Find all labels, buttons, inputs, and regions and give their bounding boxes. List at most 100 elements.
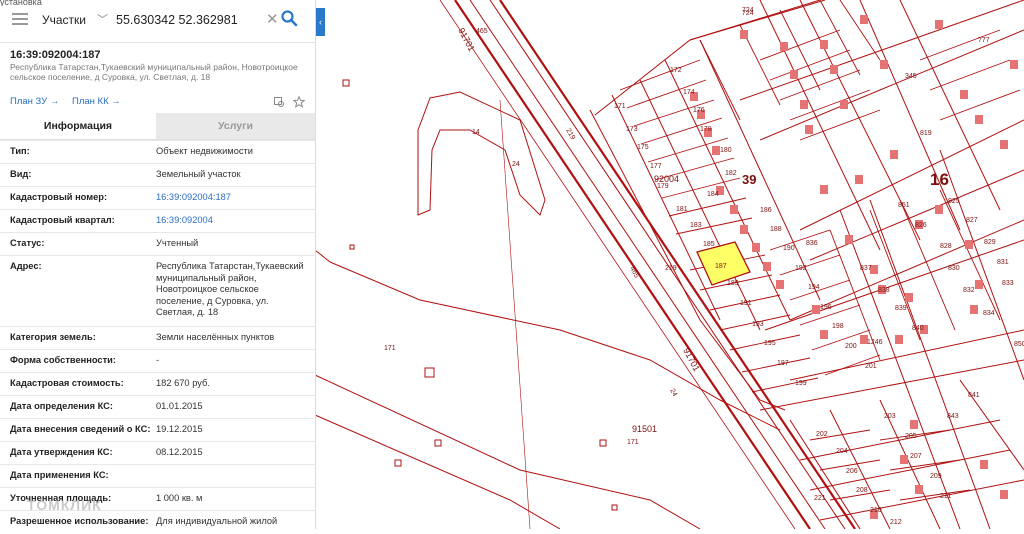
object-cadastral-number: 16:39:092004:187 — [10, 49, 101, 61]
chevron-down-icon: ﹀ — [97, 14, 108, 26]
svg-text:843: 843 — [947, 413, 959, 420]
tab-services[interactable]: Услуги — [156, 113, 315, 139]
attr-key: Дата утверждения КС: — [10, 447, 113, 457]
attr-key: Категория земель: — [10, 332, 96, 342]
object-address: Республика Татарстан,Тукаевский муниципа… — [10, 62, 298, 82]
menu-icon[interactable] — [12, 13, 28, 25]
attr-row: Категория земель: Земли населённых пункто… — [0, 326, 315, 350]
svg-text:834: 834 — [983, 310, 995, 317]
svg-text:196: 196 — [820, 304, 832, 311]
attr-key: Форма собственности: — [10, 355, 116, 365]
attr-row: Тип: Объект недвижимости — [0, 140, 315, 164]
svg-text:210: 210 — [870, 507, 882, 514]
attr-key: Статус: — [10, 238, 45, 248]
svg-text:1246: 1246 — [867, 339, 883, 346]
svg-text:829: 829 — [984, 239, 996, 246]
svg-text:191: 191 — [740, 300, 752, 307]
attr-row: Дата определения КС: 01.01.2015 — [0, 395, 315, 419]
svg-text:192: 192 — [795, 265, 807, 272]
svg-text:208: 208 — [856, 487, 868, 494]
plan-zu-link[interactable]: План ЗУ → — [10, 96, 59, 107]
attr-key: Адрес: — [10, 261, 42, 271]
collapse-panel-button[interactable]: ‹ — [316, 8, 325, 36]
attr-key: Кадастровая стоимость: — [10, 378, 124, 388]
attr-value: 08.12.2015 — [156, 447, 203, 457]
cadastral-quarter-link[interactable]: 16:39:092004 — [156, 215, 308, 227]
svg-text:180: 180 — [720, 147, 732, 154]
svg-text:182: 182 — [725, 170, 737, 177]
svg-text:212: 212 — [890, 519, 902, 526]
svg-text:200: 200 — [845, 343, 857, 350]
attr-row: Дата утверждения КС: 08.12.2015 — [0, 441, 315, 465]
svg-text:777: 777 — [978, 37, 990, 44]
svg-text:92004: 92004 — [654, 174, 679, 184]
attr-value: Учтенный — [156, 238, 199, 248]
attr-row: Дата внесения сведений о КС: 19.12.2015 — [0, 418, 315, 442]
svg-text:838: 838 — [878, 287, 890, 294]
svg-text:172: 172 — [670, 67, 682, 74]
svg-text:209: 209 — [930, 473, 942, 480]
svg-text:194: 194 — [808, 284, 820, 291]
svg-text:39: 39 — [742, 172, 756, 187]
attr-row: Кадастровая стоимость: 182 670 руб. — [0, 372, 315, 396]
search-icon — [281, 10, 298, 27]
svg-text:850: 850 — [1014, 341, 1024, 348]
chevron-left-icon: ‹ — [319, 17, 322, 27]
svg-text:195: 195 — [764, 340, 776, 347]
favorite-star-icon[interactable] — [292, 95, 306, 113]
attr-value: Для индивидуальной жилой — [156, 516, 278, 526]
svg-text:204: 204 — [836, 448, 848, 455]
search-input[interactable] — [116, 10, 264, 30]
svg-text:207: 207 — [910, 453, 922, 460]
svg-text:24: 24 — [512, 161, 520, 168]
svg-text:185: 185 — [703, 241, 715, 248]
attr-row: Кадастровый квартал: 16:39:092004 — [0, 209, 315, 233]
attr-key: Дата определения КС: — [10, 401, 113, 411]
attr-key: Дата внесения сведений о КС: — [10, 424, 151, 434]
plan-links: План ЗУ → План КК → — [10, 96, 131, 107]
svg-text:188: 188 — [770, 226, 782, 233]
svg-text:175: 175 — [637, 144, 649, 151]
attr-value: Земельный участок — [156, 169, 241, 179]
search-button[interactable] — [280, 9, 300, 31]
svg-text:183: 183 — [690, 222, 702, 229]
search-bar: установка Участки ﹀ ✕ — [0, 0, 315, 43]
tab-info[interactable]: Информация — [0, 113, 156, 139]
svg-text:174: 174 — [683, 89, 695, 96]
svg-text:186: 186 — [760, 207, 772, 214]
svg-text:198: 198 — [832, 323, 844, 330]
svg-text:345: 345 — [905, 73, 917, 80]
svg-text:827: 827 — [966, 217, 978, 224]
svg-text:840: 840 — [912, 325, 924, 332]
svg-text:179: 179 — [657, 183, 669, 190]
svg-text:14: 14 — [472, 129, 480, 136]
attr-key: Кадастровый квартал: — [10, 215, 115, 225]
svg-text:837: 837 — [860, 265, 872, 272]
svg-text:839: 839 — [895, 305, 907, 312]
svg-text:202: 202 — [816, 431, 828, 438]
attr-value: 19.12.2015 — [156, 424, 203, 434]
attr-value: 01.01.2015 — [156, 401, 203, 411]
svg-text:211: 211 — [940, 493, 951, 500]
svg-text:177: 177 — [650, 163, 662, 170]
attr-value: Республика Татарстан,Тукаевский муниципа… — [156, 261, 304, 317]
svg-text:819: 819 — [920, 130, 932, 137]
category-select-value: Участки — [42, 13, 86, 27]
cadastral-number-link[interactable]: 16:39:092004:187 — [156, 192, 308, 204]
svg-text:181: 181 — [676, 206, 688, 213]
svg-text:187: 187 — [715, 263, 727, 270]
plan-kk-link[interactable]: План КК → — [72, 96, 121, 107]
category-select[interactable]: Участки ﹀ — [42, 10, 108, 30]
zoom-to-object-icon[interactable] — [274, 95, 285, 113]
svg-text:16: 16 — [930, 170, 949, 189]
attr-row: Адрес: Республика Татарстан,Тукаевский му… — [0, 255, 315, 327]
svg-text:831: 831 — [997, 259, 1009, 266]
svg-text:173: 173 — [626, 126, 638, 133]
attr-key: Дата применения КС: — [10, 470, 109, 480]
attr-key: Кадастровый номер: — [10, 192, 108, 202]
svg-text:203: 203 — [884, 413, 896, 420]
clear-icon[interactable]: ✕ — [266, 11, 279, 29]
svg-text:206: 206 — [846, 468, 858, 475]
attr-key: Разрешенное использование: — [10, 516, 149, 526]
svg-text:830: 830 — [948, 265, 960, 272]
